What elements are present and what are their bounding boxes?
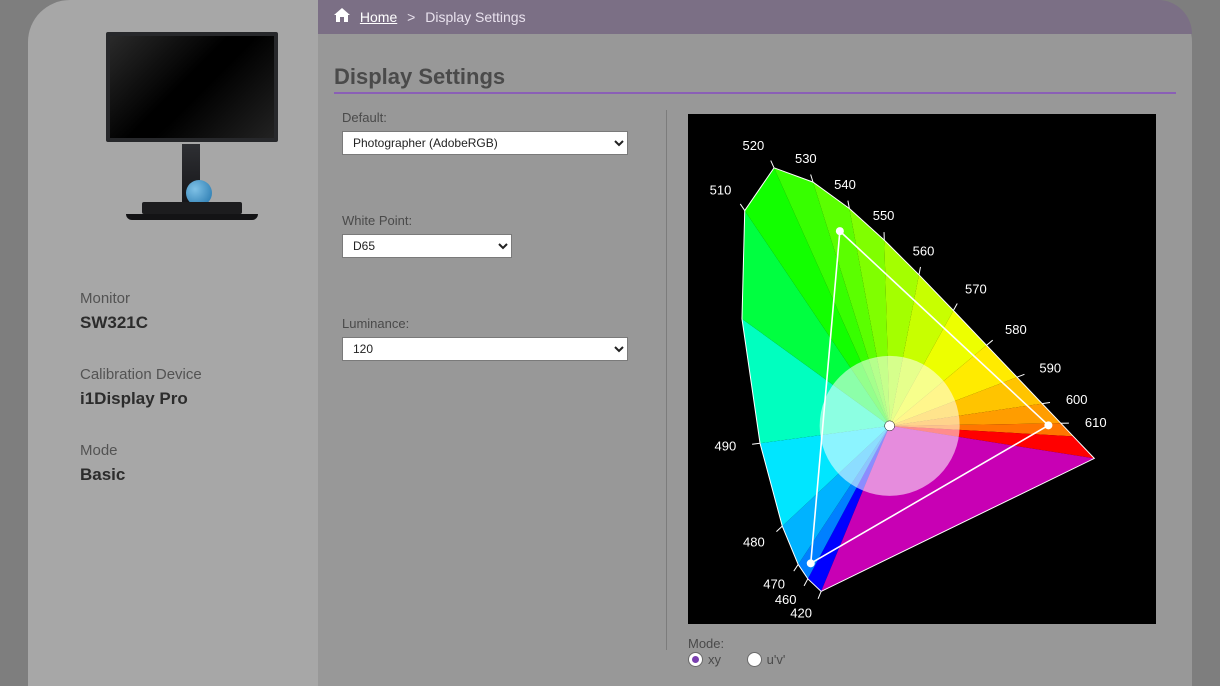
monitor-label: Monitor xyxy=(80,290,148,307)
chromaticity-diagram: 420460470 480 490 510 520 530 540 550 560 570 580 5… xyxy=(688,114,1156,624)
svg-text:610: 610 xyxy=(1085,415,1107,430)
breadcrumb: Home > Display Settings xyxy=(318,0,1192,34)
radio-label: xy xyxy=(708,652,721,667)
svg-text:590: 590 xyxy=(1039,361,1061,376)
svg-text:510: 510 xyxy=(710,183,732,198)
mode-value: Basic xyxy=(80,465,125,485)
svg-text:540: 540 xyxy=(834,177,856,192)
calibration-device-value: i1Display Pro xyxy=(80,389,202,409)
svg-text:600: 600 xyxy=(1066,392,1088,407)
mode-label: Mode xyxy=(80,442,125,459)
svg-text:460: 460 xyxy=(775,592,797,607)
breadcrumb-separator: > xyxy=(407,9,415,25)
monitor-illustration xyxy=(106,32,278,246)
svg-text:490: 490 xyxy=(715,438,737,453)
sidebar: Monitor SW321C Calibration Device i1Disp… xyxy=(28,0,318,686)
svg-text:560: 560 xyxy=(913,243,935,258)
whitepoint-select[interactable]: D65 xyxy=(342,234,512,258)
radio-label: u'v' xyxy=(767,652,786,667)
vertical-divider xyxy=(666,110,667,650)
luminance-label: Luminance: xyxy=(342,316,652,331)
calibration-device-label: Calibration Device xyxy=(80,366,202,383)
monitor-value: SW321C xyxy=(80,313,148,333)
default-select[interactable]: Photographer (AdobeRGB) xyxy=(342,131,628,155)
svg-text:420: 420 xyxy=(790,606,812,621)
luminance-select[interactable]: 120 xyxy=(342,337,628,361)
breadcrumb-home-link[interactable]: Home xyxy=(360,9,397,25)
title-underline xyxy=(334,92,1176,94)
radio-icon xyxy=(747,652,762,667)
breadcrumb-current: Display Settings xyxy=(425,9,525,25)
default-label: Default: xyxy=(342,110,652,125)
svg-text:570: 570 xyxy=(965,281,987,296)
svg-text:580: 580 xyxy=(1005,322,1027,337)
settings-form: Default: Photographer (AdobeRGB) White P… xyxy=(342,110,652,361)
svg-text:470: 470 xyxy=(763,576,785,591)
svg-text:550: 550 xyxy=(873,208,895,223)
whitepoint-label: White Point: xyxy=(342,213,652,228)
chart-mode-label: Mode: xyxy=(688,636,724,651)
radio-icon xyxy=(688,652,703,667)
page-title: Display Settings xyxy=(334,64,505,90)
svg-text:530: 530 xyxy=(795,151,817,166)
chart-mode-radio-uv[interactable]: u'v' xyxy=(747,651,786,667)
content-pane: Home > Display Settings Display Settings… xyxy=(318,0,1192,686)
svg-text:520: 520 xyxy=(743,138,765,153)
svg-text:480: 480 xyxy=(743,535,765,550)
home-icon xyxy=(334,0,350,34)
chart-mode-radio-xy[interactable]: xy xyxy=(688,651,721,667)
chromaticity-diagram-panel: 420460470 480 490 510 520 530 540 550 560 570 580 5… xyxy=(688,114,1156,624)
